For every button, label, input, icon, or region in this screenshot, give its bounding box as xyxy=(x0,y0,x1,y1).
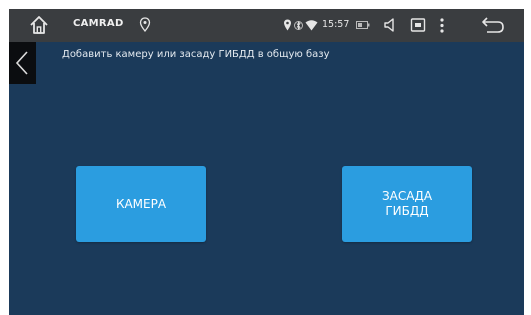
chevron-left-icon xyxy=(15,51,28,75)
volume-icon[interactable] xyxy=(383,17,399,33)
menu-icon[interactable] xyxy=(439,17,445,34)
gps-icon xyxy=(139,17,151,32)
police-ambush-button-label: ЗАСАДА ГИБДД xyxy=(381,189,433,218)
camera-button[interactable]: КАМЕРА xyxy=(76,166,206,242)
page-title: Добавить камеру или засаду ГИБДД в общую… xyxy=(62,49,330,60)
app-screen: CAMRAD 15:57 Добавить камеру или засаду … xyxy=(9,9,524,315)
back-icon[interactable] xyxy=(481,16,505,34)
police-ambush-button[interactable]: ЗАСАДА ГИБДД xyxy=(342,166,472,242)
battery-icon xyxy=(356,21,370,29)
app-name: CAMRAD xyxy=(73,18,124,29)
bluetooth-icon xyxy=(294,21,303,30)
home-icon[interactable] xyxy=(29,15,49,35)
camera-button-label: КАМЕРА xyxy=(115,196,167,211)
clock-time: 15:57 xyxy=(322,19,350,30)
screen-icon[interactable] xyxy=(410,17,426,33)
status-bar: CAMRAD 15:57 xyxy=(9,9,524,42)
back-button[interactable] xyxy=(9,42,36,84)
wifi-icon xyxy=(305,20,318,31)
location-icon xyxy=(284,19,291,31)
